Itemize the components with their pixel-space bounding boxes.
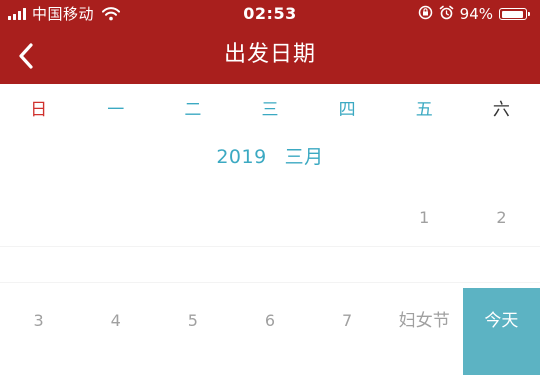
weekday-sun: 日 [30, 100, 48, 120]
day-cell-empty [0, 188, 77, 246]
week-row: 1 2 [0, 188, 540, 247]
day-cell-empty [231, 188, 308, 246]
weekday-sat: 六 [492, 100, 510, 120]
day-cell[interactable]: 7 [309, 288, 386, 375]
weekday-mon: 一 [107, 100, 125, 120]
day-cell-today[interactable]: 今天 [462, 288, 540, 375]
page-title: 出发日期 [223, 42, 316, 67]
row-divider [0, 282, 540, 283]
weekday-thu: 四 [338, 100, 356, 120]
day-cell[interactable]: 6 [231, 288, 308, 375]
day-cell[interactable]: 4 [77, 288, 154, 375]
day-cell-empty [77, 188, 154, 246]
weekday-tue: 二 [184, 100, 202, 120]
month-title: 2019 三月 [0, 137, 540, 177]
battery-icon [499, 8, 530, 20]
day-cell[interactable]: 1 [386, 188, 463, 246]
day-cell[interactable]: 3 [0, 288, 77, 375]
weekday-header: 日 一 二 三 四 五 六 [0, 84, 540, 136]
month-year: 2019 [216, 146, 267, 168]
weekday-wed: 三 [261, 100, 279, 120]
week-row: 3 4 5 6 7 妇女节 今天 [0, 288, 540, 375]
battery-percent: 94% [459, 5, 493, 23]
day-cell[interactable]: 5 [154, 288, 231, 375]
status-bar: 中国移动 02:53 94% [0, 0, 540, 28]
day-cell-empty [309, 188, 386, 246]
day-cell-festival[interactable]: 妇女节 [386, 288, 463, 375]
day-cell-empty [154, 188, 231, 246]
app-header: 中国移动 02:53 94% 出发日期 [0, 0, 540, 84]
day-cell[interactable]: 2 [463, 188, 540, 246]
lock-rotation-icon [418, 5, 433, 24]
nav-bar: 出发日期 [0, 28, 540, 84]
weekday-fri: 五 [415, 100, 433, 120]
month-name: 三月 [284, 146, 324, 168]
status-right: 94% [418, 4, 530, 24]
alarm-icon [439, 5, 454, 24]
calendar-screen: 中国移动 02:53 94% 出发日期 日 一 二 三 四 五 六 2019 三… [0, 0, 540, 375]
